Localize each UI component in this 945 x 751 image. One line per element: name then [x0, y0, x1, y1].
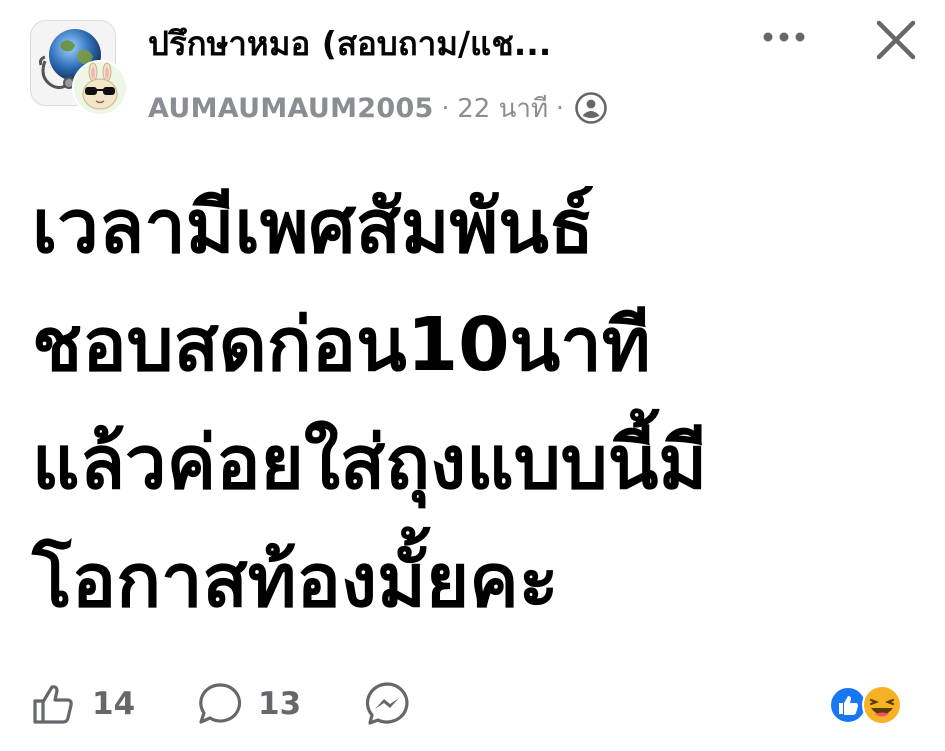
more-dots-icon — [763, 32, 805, 42]
close-button[interactable] — [868, 12, 924, 68]
bunny-sunglasses-icon — [72, 60, 128, 116]
group-name[interactable]: ปรึกษาหมอ (สอบถาม/แช... — [148, 22, 551, 66]
close-icon — [876, 20, 916, 60]
comment-bubble-icon — [199, 683, 242, 724]
more-options-button[interactable] — [756, 20, 812, 54]
haha-reaction-icon — [862, 685, 902, 725]
like-count: 14 — [92, 686, 136, 722]
avatar-group[interactable] — [30, 20, 130, 116]
author-name[interactable]: AUMAUMAUM2005 — [148, 93, 434, 124]
post-time[interactable]: 22 นาที — [457, 88, 548, 129]
like-button[interactable]: 14 — [30, 676, 135, 732]
meta-separator: · — [441, 94, 450, 122]
post-meta: AUMAUMAUM2005 · 22 นาที · — [148, 88, 608, 128]
post-actions: 14 13 — [30, 676, 915, 732]
comment-count: 13 — [258, 686, 302, 722]
thumbs-up-icon — [33, 685, 73, 724]
send-messenger-button[interactable] — [363, 676, 411, 732]
user-avatar[interactable] — [72, 60, 128, 116]
messenger-icon — [365, 682, 409, 725]
post-text: เวลามีเพศสัมพันธ์ ชอบสดก่อน10นาที แล้วค่… — [32, 184, 708, 624]
members-privacy-icon[interactable] — [574, 91, 608, 125]
meta-separator: · — [556, 94, 564, 122]
reaction-summary[interactable] — [829, 682, 911, 726]
comment-button[interactable]: 13 — [196, 676, 301, 732]
